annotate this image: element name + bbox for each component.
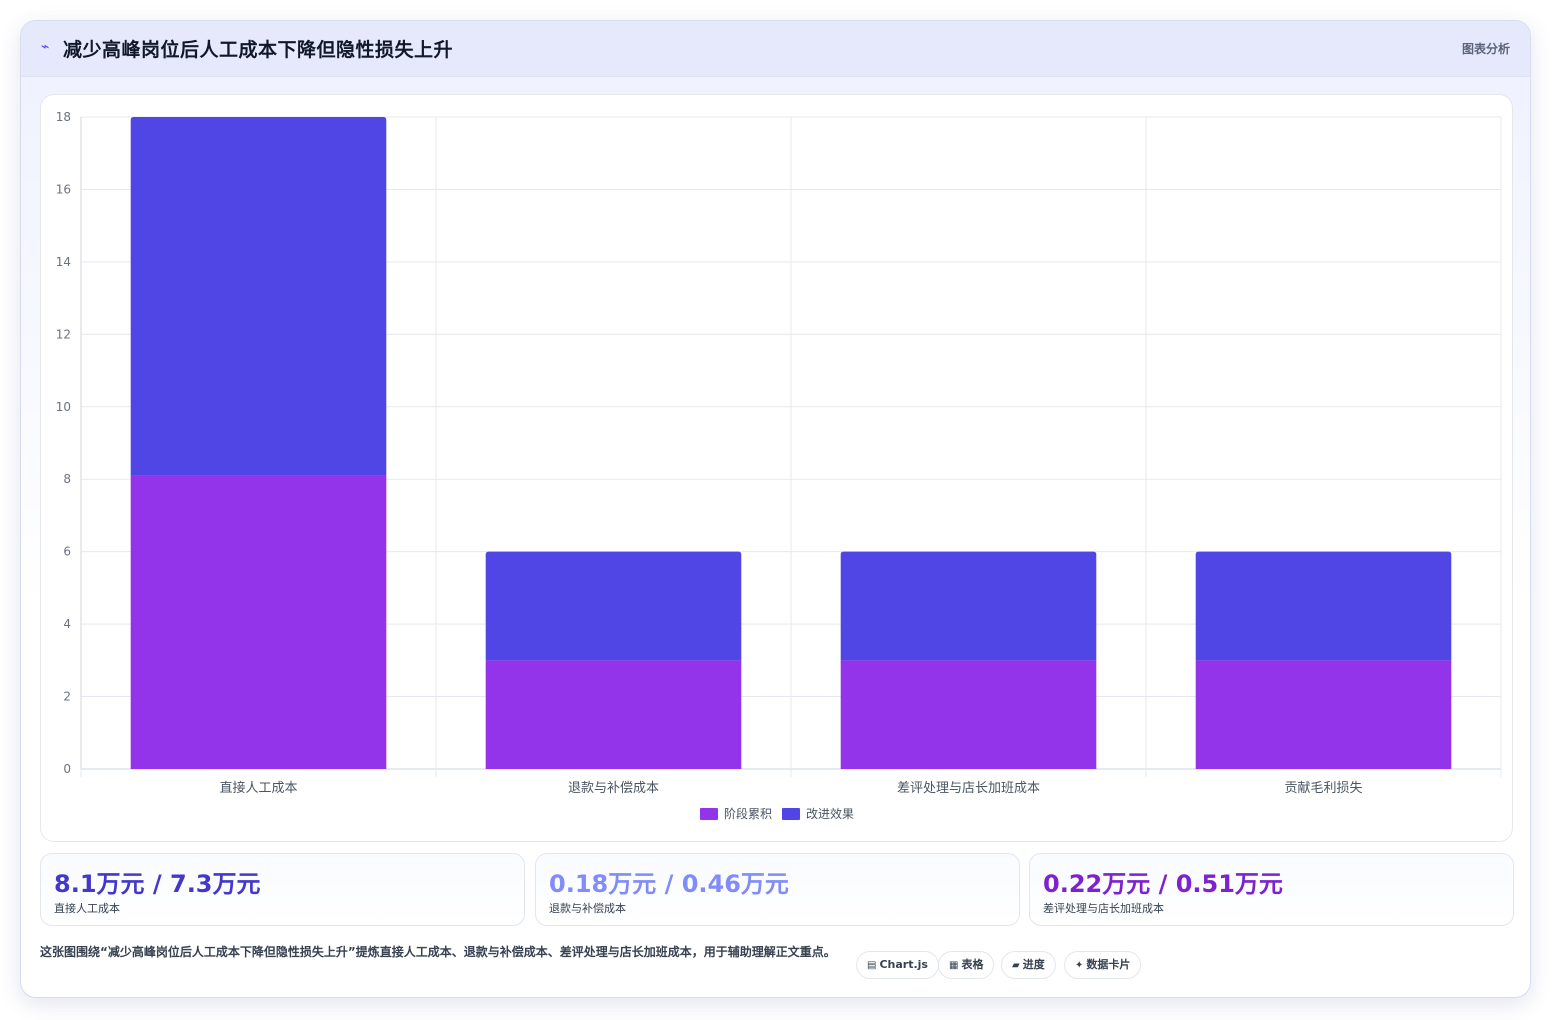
chip-progress[interactable]: ▰ 进度 — [1001, 951, 1056, 979]
chart-panel: 0 2 4 6 8 10 12 14 16 18 直接人工成本 退款与补偿成本 差评处理与店长加班成本 贡… — [40, 94, 1513, 842]
legend-swatch — [700, 808, 718, 820]
y-tick-label: 16 — [56, 182, 71, 196]
chart-card: ⌁ 减少高峰岗位后人工成本下降但隐性损失上升 图表分析 0 2 4 6 8 10 12 14 1… — [20, 20, 1531, 998]
bar-segment — [840, 660, 1097, 769]
bar-segment — [1195, 551, 1452, 661]
stat-value: 0.18万元 / 0.46万元 — [549, 870, 789, 898]
chip-chartjs[interactable]: ▤ Chart.js — [856, 951, 939, 979]
x-tick-label: 差评处理与店长加班成本 — [897, 781, 1040, 796]
card-header: ⌁ 减少高峰岗位后人工成本下降但隐性损失上升 图表分析 — [21, 21, 1530, 77]
chart-description: 这张图围绕“减少高峰岗位后人工成本下降但隐性损失上升”提炼直接人工成本、退款与补… — [40, 945, 836, 959]
y-tick-label: 6 — [63, 545, 71, 559]
bar-segment — [130, 475, 387, 769]
category-badge: 图表分析 — [1461, 42, 1510, 56]
legend-label: 阶段累积 — [724, 806, 772, 821]
y-tick-label: 18 — [56, 110, 71, 124]
stat-label: 差评处理与店长加班成本 — [1043, 902, 1164, 915]
sparkle-icon: ✦ — [1075, 960, 1084, 971]
y-tick-label: 12 — [56, 327, 71, 341]
stat-value: 8.1万元 / 7.3万元 — [54, 870, 261, 898]
y-tick-label: 0 — [63, 762, 71, 776]
table-icon: ▦ — [949, 960, 959, 971]
x-tick-label: 直接人工成本 — [219, 780, 297, 796]
bar-chart: 0 2 4 6 8 10 12 14 16 18 直接人工成本 退款与补偿成本 差评处理与店长加班成本 贡… — [56, 110, 1502, 821]
y-tick-label: 10 — [56, 400, 71, 414]
chip-label: 数据卡片 — [1086, 958, 1131, 971]
stat-label: 直接人工成本 — [54, 902, 120, 915]
chip-label: Chart.js — [879, 958, 928, 971]
y-tick-label: 14 — [56, 255, 71, 269]
chip-table[interactable]: ▦ 表格 — [938, 951, 995, 979]
stat-card-labor: 8.1万元 / 7.3万元 直接人工成本 — [40, 853, 525, 926]
x-tick-label: 退款与补偿成本 — [568, 781, 659, 796]
chip-label: 进度 — [1022, 958, 1045, 971]
image-icon: ▤ — [867, 960, 877, 971]
progress-icon: ▰ — [1012, 960, 1020, 971]
bar-segment — [840, 551, 1097, 661]
bar-segment — [130, 117, 387, 476]
y-tick-label: 8 — [63, 472, 71, 486]
y-tick-label: 4 — [63, 617, 71, 631]
bar-segment — [485, 660, 742, 769]
y-tick-label: 2 — [63, 690, 71, 704]
chip-label: 表格 — [961, 958, 984, 971]
legend-swatch — [782, 808, 800, 820]
stat-card-refund: 0.18万元 / 0.46万元 退款与补偿成本 — [535, 853, 1020, 926]
bar-segment — [485, 551, 742, 661]
bar-segment — [1195, 660, 1452, 769]
stat-label: 退款与补偿成本 — [549, 902, 626, 915]
x-tick-label: 贡献毛利损失 — [1284, 781, 1362, 796]
chip-data-card[interactable]: ✦ 数据卡片 — [1064, 951, 1142, 979]
stat-value: 0.22万元 / 0.51万元 — [1043, 870, 1283, 898]
page-title: 减少高峰岗位后人工成本下降但隐性损失上升 — [63, 39, 454, 61]
legend-label: 改进效果 — [806, 806, 854, 821]
stat-card-review: 0.22万元 / 0.51万元 差评处理与店长加班成本 — [1029, 853, 1514, 926]
chart-icon: ⌁ — [41, 39, 50, 55]
